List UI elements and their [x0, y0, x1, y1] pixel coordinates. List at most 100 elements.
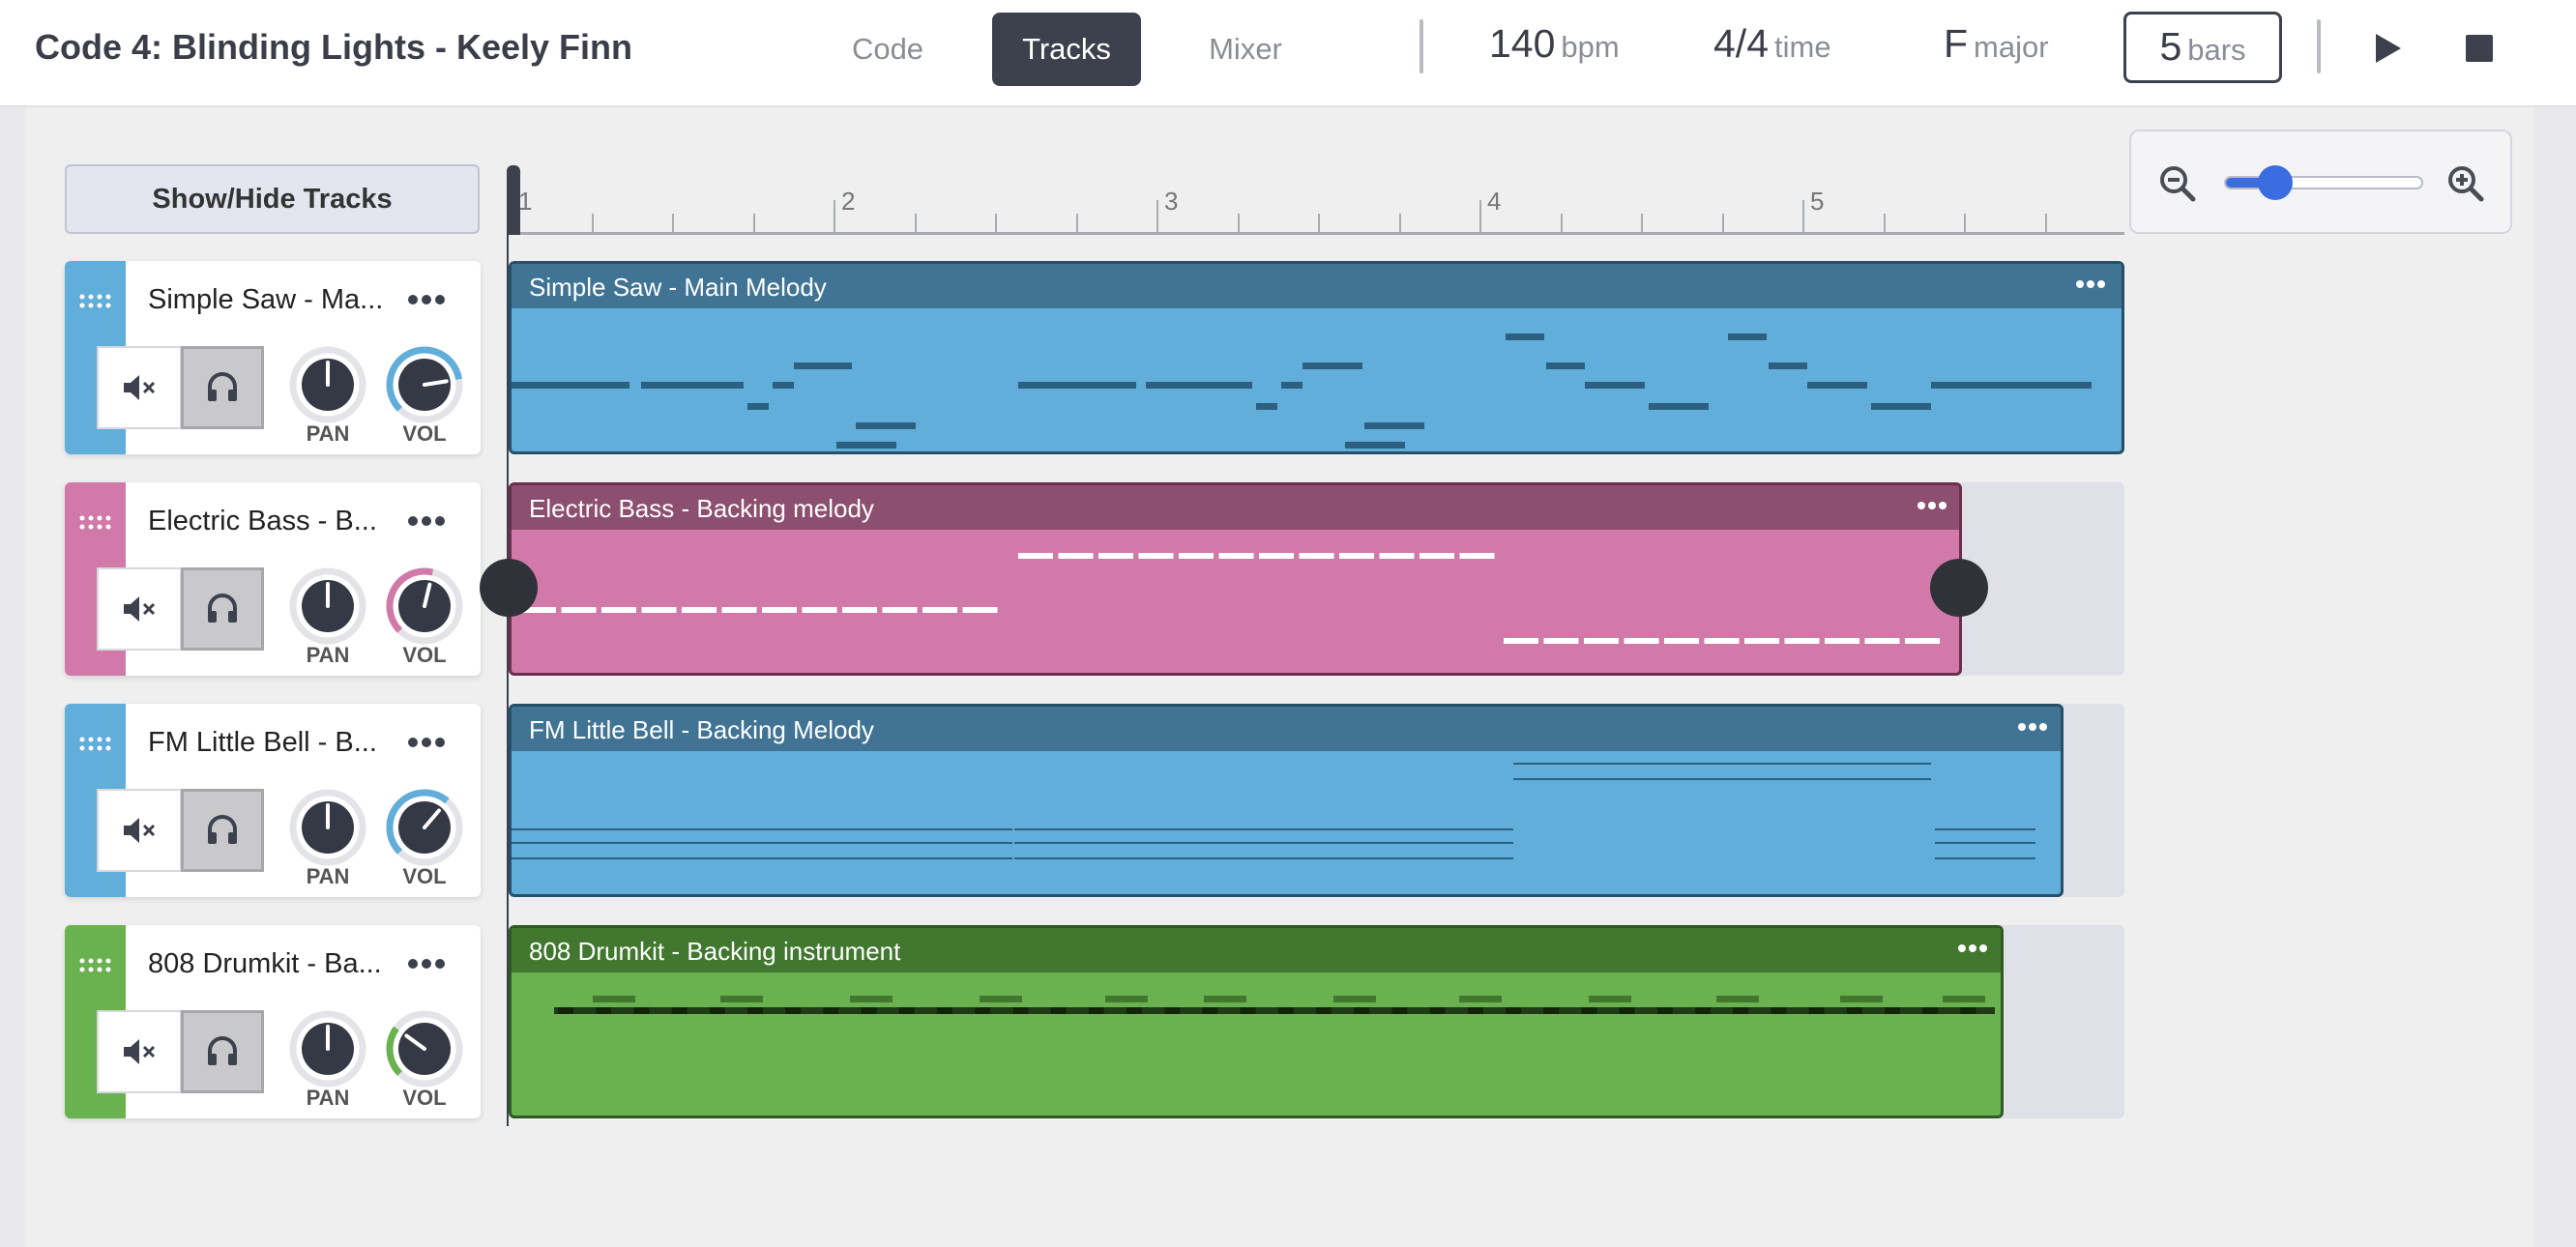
track-name[interactable]: FM Little Bell - B... [148, 727, 377, 759]
clip-title: FM Little Bell - Backing Melody [529, 715, 874, 744]
clip-resize-handle-left[interactable] [480, 559, 538, 617]
clip-header: Simple Saw - Main Melody [512, 264, 2122, 308]
more-options-icon[interactable] [405, 731, 448, 754]
key-value: F [1944, 21, 1969, 66]
solo-button[interactable] [181, 567, 264, 651]
play-icon[interactable] [2367, 29, 2406, 68]
zoom-slider[interactable] [2224, 165, 2423, 200]
tab-tracks[interactable]: Tracks [992, 13, 1141, 86]
volume-knob[interactable] [386, 567, 463, 645]
mute-icon [124, 375, 156, 400]
volume-label: VOL [402, 643, 447, 667]
clip-title: Simple Saw - Main Melody [529, 273, 827, 302]
ruler-beat-tick [1883, 214, 1886, 235]
volume-label: VOL [402, 864, 447, 888]
mute-button[interactable] [97, 1010, 182, 1093]
bars-unit: bars [2187, 33, 2246, 67]
track-name[interactable]: 808 Drumkit - Ba... [148, 948, 382, 980]
ruler-beat-tick [1721, 214, 1724, 235]
show-hide-tracks-button[interactable]: Show/Hide Tracks [65, 164, 480, 234]
ruler-beat-tick [2044, 214, 2047, 235]
playhead-handle[interactable] [507, 165, 520, 235]
clip-fm-little-bell[interactable]: FM Little Bell - Backing Melody [509, 704, 2064, 897]
drag-handle-icon[interactable] [76, 735, 115, 754]
pan-knob[interactable] [289, 346, 366, 423]
time-signature-display[interactable]: 4/4 time [1713, 21, 1831, 67]
note-pattern [521, 553, 1940, 644]
zoom-in-icon[interactable] [2446, 164, 2485, 203]
clip-title: Electric Bass - Backing melody [529, 494, 874, 523]
clip-options-icon[interactable] [2074, 274, 2107, 295]
more-options-icon[interactable] [405, 509, 448, 533]
ruler-beat-tick [591, 214, 594, 235]
stop-icon[interactable] [2460, 29, 2499, 68]
pan-knob[interactable] [289, 1010, 366, 1088]
timeline-ruler[interactable]: 1 2 3 4 5 [507, 165, 2124, 235]
track-header-simple-saw[interactable]: Simple Saw - Ma... PAN VOL [65, 261, 481, 454]
clip-options-icon[interactable] [1916, 495, 1948, 516]
note-pattern [512, 763, 2035, 859]
clip-header: Electric Bass - Backing melody [512, 485, 1959, 530]
track-header-808-drumkit[interactable]: 808 Drumkit - Ba... PAN VOL [65, 925, 481, 1118]
volume-knob[interactable] [386, 346, 463, 423]
note-pattern [512, 334, 2092, 449]
ruler-beat-tick [1398, 214, 1401, 235]
mute-icon [124, 818, 156, 843]
ruler-beat-tick [1318, 214, 1320, 235]
tab-code[interactable]: Code [830, 13, 946, 86]
tempo-display[interactable]: 140 bpm [1489, 21, 1620, 67]
volume-knob[interactable] [386, 789, 463, 866]
drag-handle-icon[interactable] [76, 956, 115, 975]
bars-length-input[interactable]: 5 bars [2123, 12, 2282, 83]
solo-button[interactable] [181, 1010, 264, 1093]
track-header-fm-little-bell[interactable]: FM Little Bell - B... PAN VOL [65, 704, 481, 897]
ruler-beat-tick [1560, 214, 1563, 235]
pan-label: PAN [306, 1086, 350, 1110]
pan-knob[interactable] [289, 567, 366, 645]
track-name[interactable]: Simple Saw - Ma... [148, 284, 383, 316]
ruler-bar-label: 5 [1810, 187, 1825, 216]
clip-options-icon[interactable] [1956, 938, 1989, 959]
mute-button[interactable] [97, 789, 182, 872]
more-options-icon[interactable] [405, 288, 448, 311]
ruler-bar-label: 3 [1164, 187, 1179, 216]
drag-handle-icon[interactable] [76, 292, 115, 311]
clip-resize-handle-right[interactable] [1930, 559, 1988, 617]
ruler-bar-tick [834, 200, 835, 235]
clip-808-drumkit[interactable]: 808 Drumkit - Backing instrument [509, 925, 2004, 1118]
tempo-unit: bpm [1561, 30, 1620, 64]
zoom-slider-thumb[interactable] [2257, 165, 2293, 200]
zoom-out-icon[interactable] [2158, 164, 2197, 203]
clip-header: FM Little Bell - Backing Melody [512, 707, 2061, 751]
time-signature-unit: time [1774, 30, 1831, 64]
drag-handle-icon[interactable] [76, 513, 115, 533]
track-name[interactable]: Electric Bass - B... [148, 506, 377, 537]
mute-icon [124, 1039, 156, 1064]
headphones-icon [208, 815, 237, 844]
ruler-beat-tick [672, 214, 674, 235]
clip-options-icon[interactable] [2016, 716, 2049, 738]
pan-knob[interactable] [289, 789, 366, 866]
key-display[interactable]: Fmajor [1944, 21, 2049, 67]
solo-button[interactable] [181, 346, 264, 429]
tab-mixer[interactable]: Mixer [1186, 13, 1305, 86]
track-header-electric-bass[interactable]: Electric Bass - B... PAN VOL [65, 482, 481, 676]
more-options-icon[interactable] [405, 952, 448, 975]
mute-button[interactable] [97, 346, 182, 429]
tempo-value: 140 [1489, 21, 1556, 66]
app-header: Code 4: Blinding Lights - Keely Finn Cod… [0, 0, 2576, 107]
mute-button[interactable] [97, 567, 182, 651]
clip-electric-bass[interactable]: Electric Bass - Backing melody [509, 482, 1962, 676]
ruler-beat-tick [1075, 214, 1078, 235]
clip-simple-saw[interactable]: Simple Saw - Main Melody [509, 261, 2124, 454]
zoom-control [2129, 130, 2512, 234]
pan-label: PAN [306, 421, 350, 446]
bars-value: 5 [2159, 24, 2182, 69]
key-unit: major [1974, 30, 2049, 64]
volume-knob[interactable] [386, 1010, 463, 1088]
ruler-bar-label: 2 [841, 187, 856, 216]
ruler-beat-tick [1641, 214, 1643, 235]
ruler-beat-tick [914, 214, 917, 235]
solo-button[interactable] [181, 789, 264, 872]
ruler-bar-tick [1479, 200, 1481, 235]
